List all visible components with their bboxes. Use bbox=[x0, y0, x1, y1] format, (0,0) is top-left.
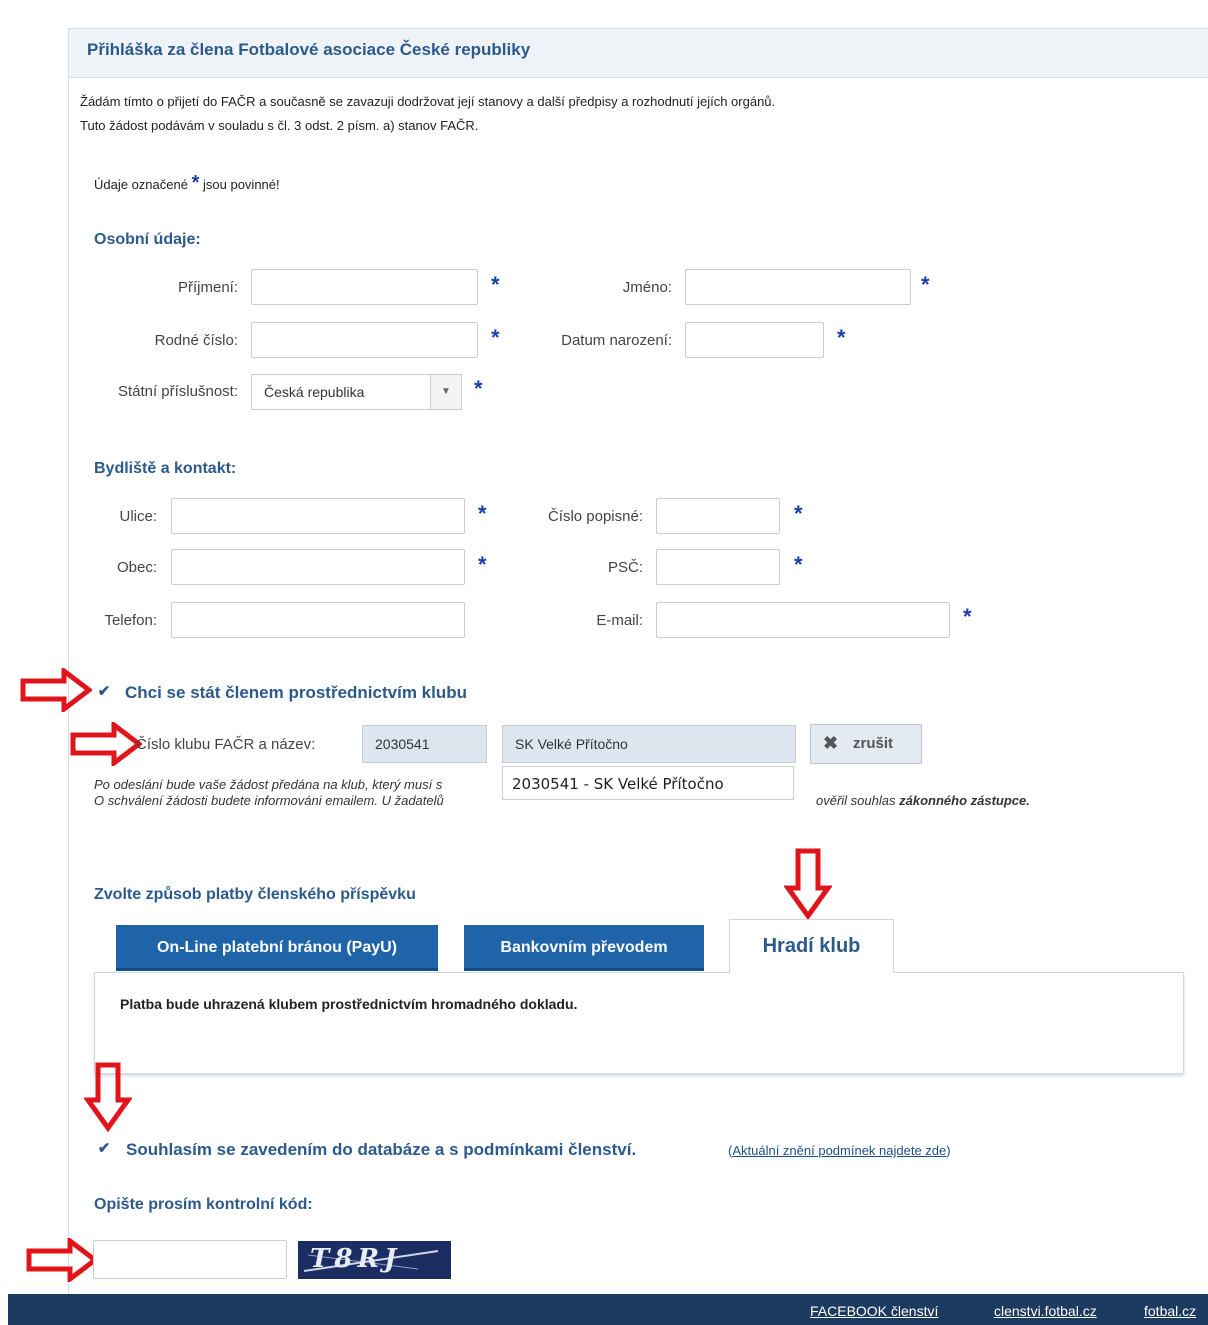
club-note-guardian: zákonného zástupce. bbox=[899, 793, 1030, 808]
house-number-input[interactable] bbox=[656, 498, 780, 534]
tab-content-text: Platba bude uhrazená klubem prostřednict… bbox=[120, 996, 578, 1012]
club-checkbox[interactable]: ✔ bbox=[96, 684, 112, 700]
street-label: Ulice: bbox=[119, 508, 157, 525]
house-number-label: Číslo popisné: bbox=[547, 508, 643, 525]
required-star: * bbox=[491, 325, 500, 350]
street-input[interactable] bbox=[171, 498, 465, 534]
phone-input[interactable] bbox=[171, 602, 465, 638]
footer-link-fotbal[interactable]: fotbal.cz bbox=[1144, 1303, 1196, 1319]
nationality-value: Česká republika bbox=[264, 384, 365, 400]
required-star: * bbox=[963, 604, 972, 629]
required-star: * bbox=[794, 552, 803, 577]
payment-heading: Zvolte způsob platby členského příspěvku bbox=[94, 886, 416, 903]
club-note-line2-end: ověřil souhlas zákonného zástupce. bbox=[816, 793, 1030, 808]
personal-heading: Osobní údaje: bbox=[94, 231, 201, 248]
page-title: Přihláška za člena Fotbalové asociace Če… bbox=[87, 40, 531, 59]
chevron-down-icon[interactable]: ▼ bbox=[430, 375, 461, 409]
consent-label: Souhlasím se zavedením do databáze a s p… bbox=[126, 1140, 637, 1159]
surname-label: Příjmení: bbox=[177, 279, 238, 296]
birth-number-input[interactable] bbox=[251, 322, 478, 358]
nationality-label: Státní příslušnost: bbox=[117, 383, 238, 400]
red-arrow-down-icon bbox=[784, 848, 832, 920]
required-star: * bbox=[474, 376, 483, 401]
address-heading: Bydliště a kontakt: bbox=[94, 460, 237, 477]
club-name-field[interactable]: SK Velké Přítočno bbox=[502, 725, 796, 763]
conditions-link-suffix: ) bbox=[946, 1143, 951, 1158]
intro-text-1: Žádám tímto o přijetí do FAČR a současně… bbox=[80, 94, 776, 109]
captcha-text: T8RJ bbox=[310, 1244, 402, 1274]
birth-date-input[interactable] bbox=[685, 322, 824, 358]
required-star: * bbox=[921, 272, 930, 297]
club-note-line1: Po odeslání bude vaše žádost předána na … bbox=[94, 777, 443, 792]
footer-link-facebook[interactable]: FACEBOOK členství bbox=[810, 1303, 938, 1319]
captcha-input[interactable] bbox=[93, 1240, 287, 1279]
city-label: Obec: bbox=[116, 559, 157, 576]
club-autocomplete-option[interactable]: 2030541 - SK Velké Přítočno bbox=[502, 766, 794, 800]
required-star: * bbox=[837, 325, 846, 350]
tab-bank-transfer[interactable]: Bankovním převodem bbox=[464, 925, 704, 971]
name-input[interactable] bbox=[685, 269, 911, 305]
red-arrow-right-icon bbox=[26, 1238, 98, 1282]
surname-input[interactable] bbox=[251, 269, 478, 305]
consent-checkbox[interactable]: ✔ bbox=[96, 1141, 112, 1157]
conditions-link[interactable]: Aktuální znění podmínek najdete zde bbox=[732, 1143, 946, 1158]
captcha-heading: Opište prosím kontrolní kód: bbox=[94, 1196, 313, 1213]
name-label: Jméno: bbox=[622, 279, 672, 296]
email-input[interactable] bbox=[656, 602, 950, 638]
birth-number-label: Rodné číslo: bbox=[154, 332, 238, 349]
club-number-field: 2030541 bbox=[362, 725, 487, 763]
required-note: Údaje označené * jsou povinné! bbox=[94, 172, 280, 195]
required-note-text-end: jsou povinné! bbox=[203, 177, 280, 192]
intro-text-2: Tuto žádost podávám v souladu s čl. 3 od… bbox=[80, 118, 479, 133]
close-icon: ✖ bbox=[823, 733, 839, 753]
red-arrow-right-icon bbox=[20, 668, 92, 712]
tab-connector bbox=[730, 971, 893, 973]
footer-bar: FACEBOOK členství clenstvi.fotbal.cz fot… bbox=[8, 1294, 1208, 1325]
red-arrow-right-icon bbox=[70, 722, 142, 766]
club-checkbox-label: Chci se stát členem prostřednictvím klub… bbox=[125, 683, 467, 702]
form-panel bbox=[68, 28, 1208, 1295]
cancel-club-button[interactable]: ✖ zrušit bbox=[810, 724, 922, 764]
required-star: * bbox=[794, 501, 803, 526]
zip-input[interactable] bbox=[656, 549, 780, 585]
required-star: * bbox=[478, 501, 487, 526]
captcha-image: T8RJ bbox=[298, 1241, 451, 1279]
birth-date-label: Datum narození: bbox=[561, 332, 672, 349]
club-note-consent: ověřil souhlas bbox=[816, 793, 896, 808]
red-arrow-down-icon bbox=[84, 1062, 132, 1132]
zip-label: PSČ: bbox=[607, 559, 643, 576]
required-star: * bbox=[478, 552, 487, 577]
footer-link-clenstvi[interactable]: clenstvi.fotbal.cz bbox=[994, 1303, 1097, 1319]
required-star: * bbox=[191, 172, 200, 194]
city-input[interactable] bbox=[171, 549, 465, 585]
email-label: E-mail: bbox=[596, 612, 643, 629]
cancel-club-label: zrušit bbox=[853, 735, 894, 752]
tab-payu[interactable]: On-Line platební bránou (PayU) bbox=[116, 925, 438, 971]
tab-content: Platba bude uhrazená klubem prostřednict… bbox=[94, 972, 1184, 1074]
conditions-link-wrap: (Aktuální znění podmínek najdete zde) bbox=[728, 1143, 951, 1158]
club-number-label: Číslo klubu FAČR a název: bbox=[136, 736, 316, 753]
required-note-text: Údaje označené bbox=[94, 177, 188, 192]
tab-club-pays[interactable]: Hradí klub bbox=[729, 919, 894, 973]
required-star: * bbox=[491, 272, 500, 297]
phone-label: Telefon: bbox=[104, 612, 157, 629]
nationality-select[interactable]: Česká republika ▼ bbox=[251, 374, 462, 410]
club-note-line2: O schválení žádosti budete informováni e… bbox=[94, 793, 444, 808]
